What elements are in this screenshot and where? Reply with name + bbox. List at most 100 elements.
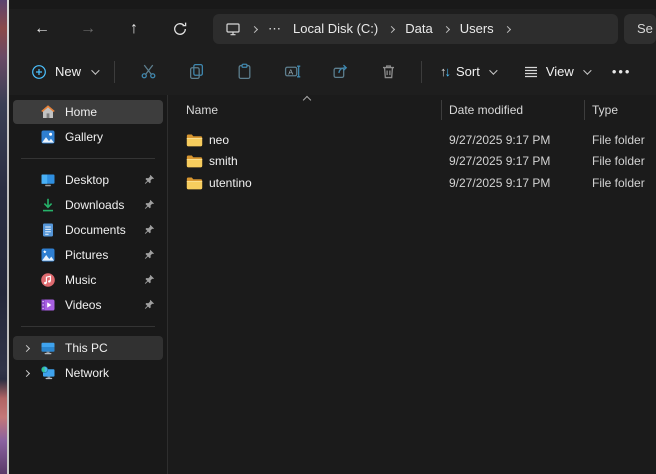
view-icon — [523, 64, 539, 80]
sort-button[interactable]: ↑↓ Sort — [431, 58, 504, 85]
this-pc-icon — [40, 340, 56, 356]
sidebar-item-label: Home — [65, 105, 97, 119]
sidebar-item-label: Documents — [65, 223, 126, 237]
navigation-bar: ← → ↑ ⋯ Local Disk (C:) Data — [9, 9, 656, 48]
pin-icon — [143, 199, 155, 211]
cut-button[interactable] — [124, 56, 172, 88]
videos-icon — [40, 297, 56, 313]
content-area: Home Gallery — [9, 95, 656, 474]
new-button[interactable]: New — [23, 58, 105, 86]
file-name: smith — [209, 154, 238, 168]
sidebar-item-desktop[interactable]: Desktop — [13, 168, 163, 192]
folder-icon — [186, 133, 203, 147]
back-button[interactable]: ← — [19, 14, 65, 44]
forward-button[interactable]: → — [65, 14, 111, 44]
search-input[interactable]: Se — [624, 14, 656, 44]
file-row-smith[interactable]: smith 9/27/2025 9:17 PM File folder — [168, 151, 656, 173]
breadcrumb-item-users[interactable]: Users — [460, 21, 494, 36]
file-explorer-window: ← → ↑ ⋯ Local Disk (C:) Data — [9, 0, 656, 474]
chevron-right-icon — [388, 25, 395, 32]
home-icon — [40, 104, 56, 120]
expand-chevron-icon[interactable] — [23, 369, 30, 376]
breadcrumb-item-local-disk[interactable]: Local Disk (C:) — [293, 21, 378, 36]
file-list-pane: Name Date modified Type neo — [168, 95, 656, 474]
folder-icon — [186, 154, 203, 168]
refresh-icon — [172, 21, 188, 37]
file-date-modified: 9/27/2025 9:17 PM — [441, 133, 584, 147]
column-header-type[interactable]: Type — [584, 100, 656, 120]
breadcrumb-overflow[interactable]: ⋯ — [268, 21, 282, 37]
sidebar-item-label: Pictures — [65, 248, 108, 262]
gallery-icon — [40, 129, 56, 145]
rename-button[interactable]: A — [268, 56, 316, 88]
scissors-icon — [140, 63, 157, 80]
sidebar-item-downloads[interactable]: Downloads — [13, 193, 163, 217]
toolbar-separator — [114, 61, 115, 83]
music-icon — [40, 272, 56, 288]
pin-icon — [143, 274, 155, 286]
sidebar-item-videos[interactable]: Videos — [13, 293, 163, 317]
file-rows: neo 9/27/2025 9:17 PM File folder — [168, 129, 656, 194]
file-row-utentino[interactable]: utentino 9/27/2025 9:17 PM File folder — [168, 172, 656, 194]
more-options-button[interactable]: ••• — [612, 64, 632, 79]
column-header-name[interactable]: Name — [168, 100, 441, 120]
this-pc-icon[interactable] — [225, 21, 241, 37]
sidebar-item-home[interactable]: Home — [13, 100, 163, 124]
pin-icon — [143, 224, 155, 236]
chevron-right-icon — [251, 25, 258, 32]
desktop-background-sliver — [0, 0, 7, 474]
command-toolbar: New — [9, 48, 656, 95]
sort-icon: ↑↓ — [440, 64, 449, 79]
sidebar-item-label: Desktop — [65, 173, 109, 187]
breadcrumb-item-data[interactable]: Data — [405, 21, 432, 36]
chevron-right-icon — [504, 25, 511, 32]
pin-icon — [143, 249, 155, 261]
sidebar-item-music[interactable]: Music — [13, 268, 163, 292]
downloads-icon — [40, 197, 56, 213]
trash-icon — [380, 63, 397, 80]
breadcrumb[interactable]: ⋯ Local Disk (C:) Data Users — [213, 14, 618, 44]
file-type: File folder — [584, 154, 656, 168]
sidebar-item-label: Network — [65, 366, 109, 380]
pin-icon — [143, 299, 155, 311]
sidebar-item-label: Downloads — [65, 198, 124, 212]
sidebar-separator — [21, 326, 155, 327]
paste-icon — [236, 63, 253, 80]
plus-circle-icon — [31, 64, 47, 80]
file-name: utentino — [209, 176, 252, 190]
sidebar-item-gallery[interactable]: Gallery — [13, 125, 163, 149]
view-button-label: View — [546, 64, 574, 79]
file-type: File folder — [584, 176, 656, 190]
up-button[interactable]: ↑ — [111, 14, 157, 44]
delete-button[interactable] — [364, 56, 412, 88]
copy-icon — [188, 63, 205, 80]
sidebar-item-network[interactable]: Network — [13, 361, 163, 385]
rename-icon: A — [284, 63, 301, 80]
tab-strip-remnant — [9, 0, 656, 9]
documents-icon — [40, 222, 56, 238]
sidebar-item-pictures[interactable]: Pictures — [13, 243, 163, 267]
sidebar-item-label: Gallery — [65, 130, 103, 144]
file-type: File folder — [584, 133, 656, 147]
file-date-modified: 9/27/2025 9:17 PM — [441, 154, 584, 168]
column-header-date-modified[interactable]: Date modified — [441, 100, 584, 120]
sort-button-label: Sort — [456, 64, 480, 79]
expand-chevron-icon[interactable] — [23, 344, 30, 351]
chevron-down-icon — [583, 66, 591, 74]
pin-icon — [143, 174, 155, 186]
sidebar-item-this-pc[interactable]: This PC — [13, 336, 163, 360]
chevron-right-icon — [443, 25, 450, 32]
pictures-icon — [40, 247, 56, 263]
file-name: neo — [209, 133, 229, 147]
share-button[interactable] — [316, 56, 364, 88]
file-row-neo[interactable]: neo 9/27/2025 9:17 PM File folder — [168, 129, 656, 151]
sidebar-item-documents[interactable]: Documents — [13, 218, 163, 242]
svg-text:A: A — [288, 67, 293, 76]
view-button[interactable]: View — [514, 58, 598, 86]
share-icon — [332, 63, 349, 80]
desktop-icon — [40, 172, 56, 188]
copy-button[interactable] — [172, 56, 220, 88]
chevron-down-icon — [91, 66, 99, 74]
refresh-button[interactable] — [157, 14, 203, 44]
paste-button[interactable] — [220, 56, 268, 88]
